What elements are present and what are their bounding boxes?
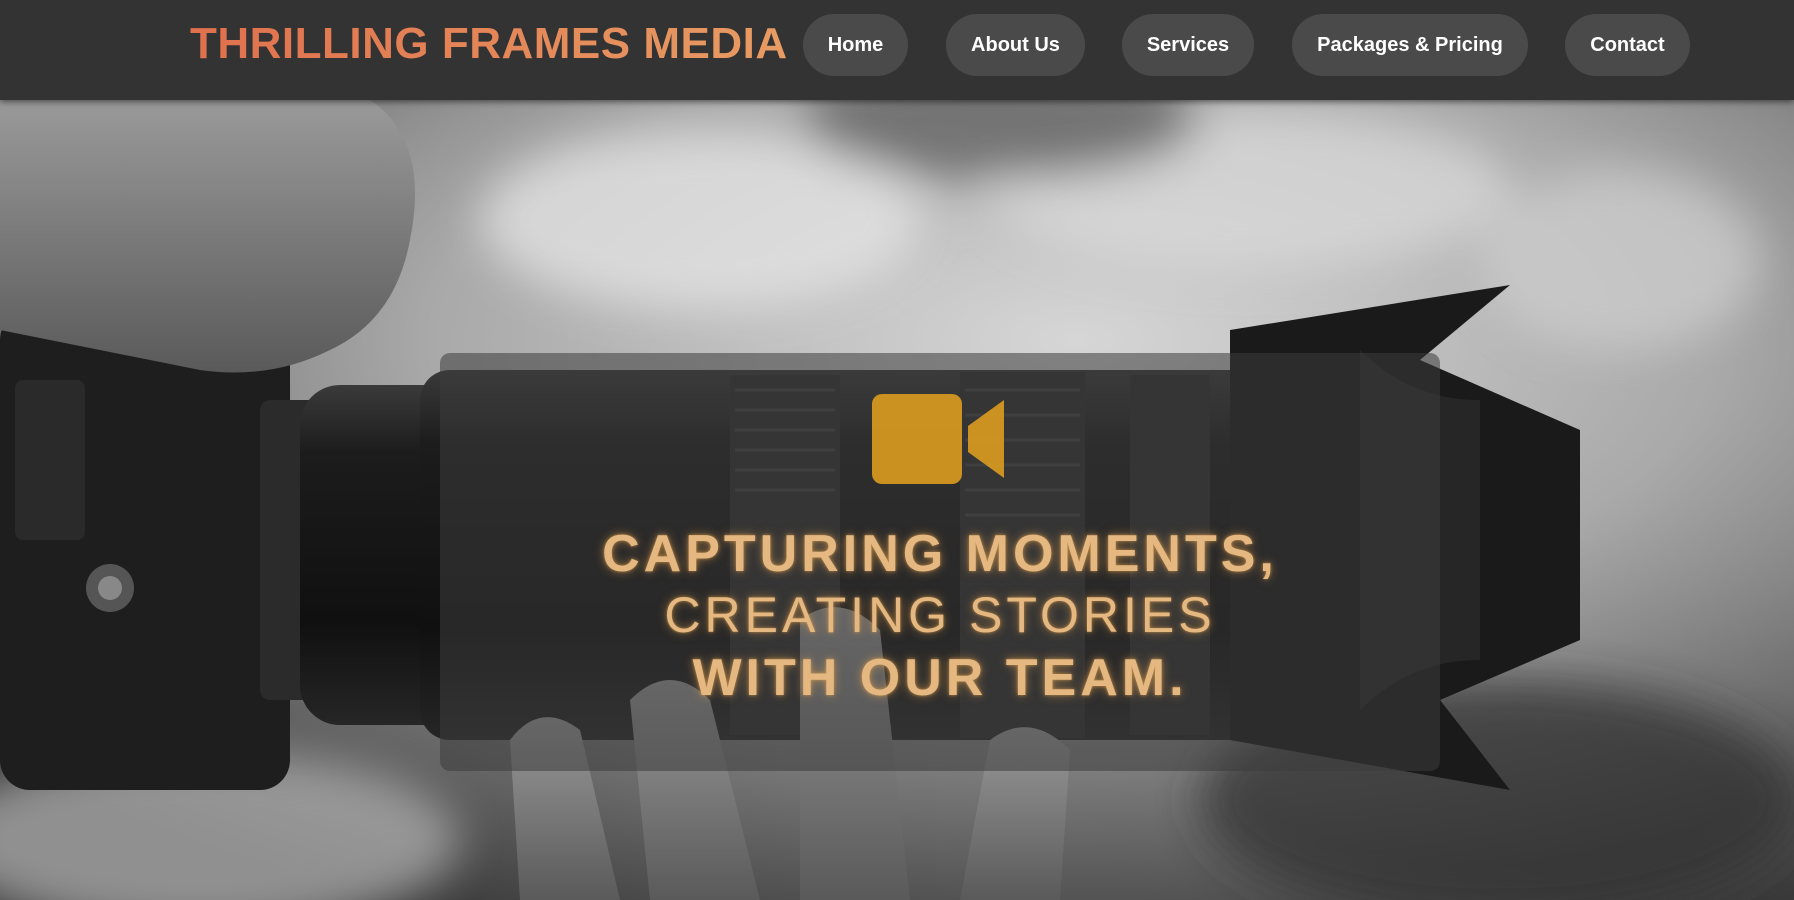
nav-contact-button[interactable]: Contact [1565, 14, 1690, 76]
site-header: THRILLING FRAMES MEDIA Home About Us Ser… [0, 0, 1794, 100]
brand-logo-text[interactable]: THRILLING FRAMES MEDIA [190, 20, 788, 68]
hero-tagline-line2: CREATING STORIES [664, 587, 1216, 643]
nav-packages-pricing-button[interactable]: Packages & Pricing [1292, 14, 1528, 76]
nav-home-button[interactable]: Home [803, 14, 908, 76]
hero-tagline-line3: WITH OUR TEAM. [692, 649, 1188, 707]
nav-about-button[interactable]: About Us [946, 14, 1085, 76]
nav-services-button[interactable]: Services [1122, 14, 1254, 76]
video-camera-icon [872, 394, 1004, 484]
hero-tagline-line1: CAPTURING MOMENTS, [602, 525, 1278, 583]
